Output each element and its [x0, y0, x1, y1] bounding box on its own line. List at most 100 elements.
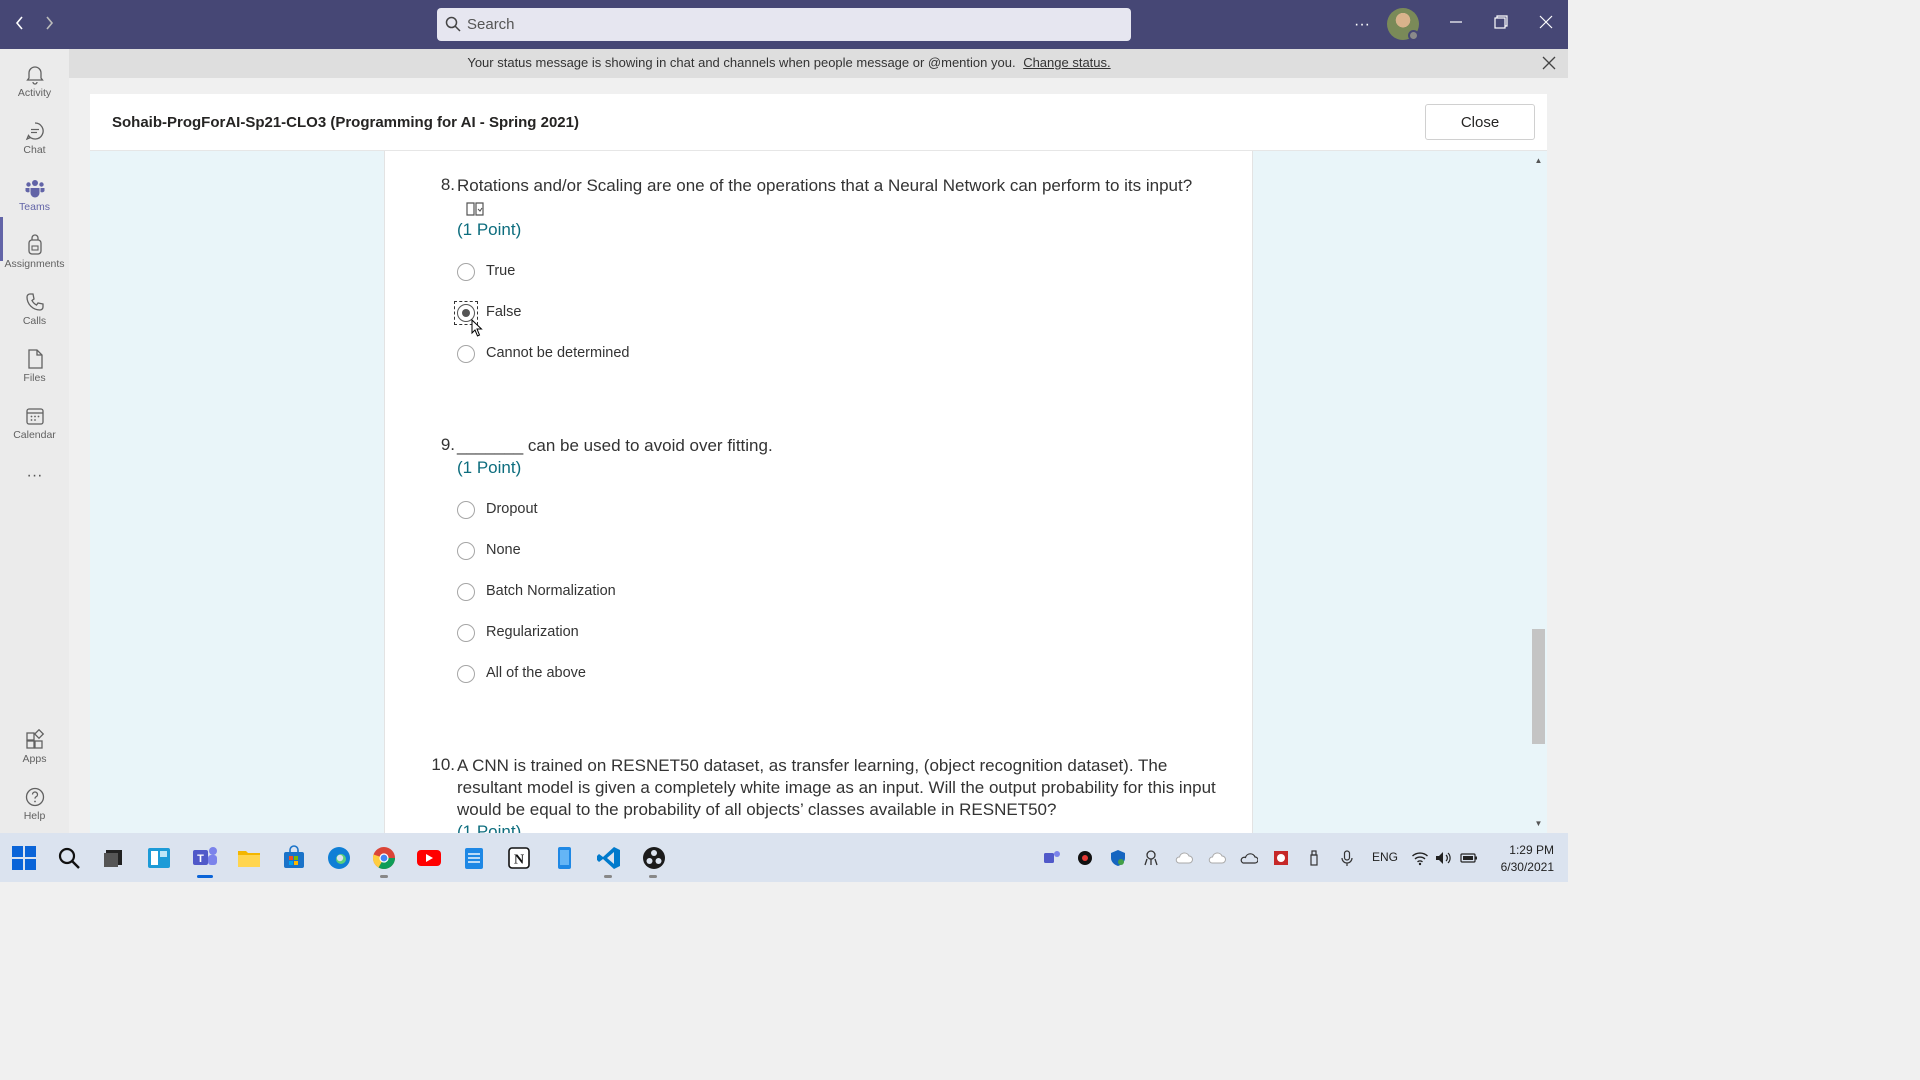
rail-label: Apps [22, 753, 47, 765]
task-view-icon[interactable] [101, 845, 127, 871]
rail-item-help[interactable]: Help [0, 780, 69, 834]
rail-label: Assignments [4, 258, 65, 270]
immersive-reader-icon[interactable] [465, 201, 485, 217]
battery-icon[interactable] [1460, 849, 1478, 867]
option-label: False [486, 304, 522, 320]
mouse-cursor-icon [471, 319, 483, 337]
file-explorer-icon[interactable] [236, 845, 262, 871]
question-points: (1 Point) [457, 458, 522, 477]
question-number: 9. [440, 435, 455, 454]
widgets-icon[interactable] [146, 845, 172, 871]
change-status-link[interactable]: Change status. [1023, 55, 1110, 70]
active-app-indicator [197, 875, 213, 878]
question-text: _______ can be used to avoid over fittin… [457, 436, 773, 455]
network-share-tray-icon[interactable] [1142, 849, 1160, 867]
close-icon[interactable] [1540, 54, 1558, 72]
forward-icon[interactable] [38, 12, 60, 36]
clock-time: 1:29 PM [1509, 843, 1554, 857]
radio-button[interactable] [457, 665, 475, 683]
rail-item-teams[interactable]: Teams [0, 171, 69, 225]
calendar-icon [25, 408, 44, 425]
teams-tray-icon[interactable] [1043, 849, 1061, 867]
app-tray-icon[interactable] [1076, 849, 1094, 867]
radio-button[interactable] [457, 624, 475, 642]
obs-icon[interactable] [641, 845, 667, 871]
question-text: Rotations and/or Scaling are one of the … [457, 176, 1193, 195]
search-input[interactable] [467, 8, 1107, 41]
volume-icon[interactable] [1434, 849, 1452, 867]
teams-icon [25, 180, 44, 198]
radio-button[interactable] [457, 263, 475, 281]
scroll-up-icon[interactable]: ▲ [1534, 156, 1543, 165]
radio-button[interactable] [457, 345, 475, 363]
dialog-title: Sohaib-ProgForAI-Sp21-CLO3 (Programming … [112, 114, 579, 131]
edge-icon[interactable] [326, 845, 352, 871]
youtube-icon[interactable] [416, 845, 442, 871]
rail-item-apps[interactable]: Apps [0, 723, 69, 777]
rail-label: Chat [23, 144, 46, 156]
close-button[interactable]: Close [1425, 104, 1535, 140]
restore-icon[interactable] [1486, 10, 1516, 40]
microphone-icon[interactable] [1338, 849, 1356, 867]
rail-item-files[interactable]: Files [0, 342, 69, 396]
question-points: (1 Point) [457, 822, 522, 833]
windows-start-icon[interactable] [11, 845, 37, 871]
option-label: None [486, 542, 521, 558]
rail-label: Activity [17, 87, 52, 99]
radio-button[interactable] [457, 501, 475, 519]
scrollbar-thumb[interactable] [1532, 629, 1545, 744]
rail-item-assignments[interactable]: Assignments [0, 228, 69, 282]
radio-button[interactable] [457, 583, 475, 601]
svg-text:N: N [514, 853, 524, 868]
phone-link-icon[interactable] [551, 845, 577, 871]
rail-item-calls[interactable]: Calls [0, 285, 69, 339]
wifi-icon[interactable] [1411, 849, 1429, 867]
rail-item-activity[interactable]: Activity [0, 57, 69, 111]
ellipsis-icon: ··· [26, 467, 43, 484]
language-indicator[interactable]: ENG [1372, 850, 1398, 864]
app-rail: Activity Chat Teams Assignments Calls Fi… [0, 49, 69, 833]
banner-text: Your status message is showing in chat a… [467, 55, 1016, 70]
notepad-icon[interactable] [461, 845, 487, 871]
store-icon[interactable] [281, 845, 307, 871]
chat-icon [25, 122, 44, 141]
search-icon[interactable] [56, 845, 82, 871]
search-box[interactable] [437, 8, 1131, 41]
minimize-icon[interactable] [1441, 10, 1471, 40]
running-app-indicator [649, 875, 657, 878]
clock-date: 6/30/2021 [1500, 860, 1554, 874]
recorder-tray-icon[interactable] [1272, 849, 1290, 867]
search-icon [445, 16, 461, 32]
usb-icon[interactable] [1305, 849, 1323, 867]
system-clock[interactable]: 1:29 PM 6/30/2021 [1488, 842, 1554, 876]
rail-label: Help [23, 810, 46, 822]
notion-icon[interactable]: N [506, 845, 532, 871]
back-icon[interactable] [9, 12, 31, 36]
scroll-down-icon[interactable]: ▼ [1534, 819, 1543, 828]
vscode-icon[interactable] [596, 845, 622, 871]
vertical-scrollbar[interactable]: ▲ ▼ [1530, 151, 1547, 833]
rail-item-calendar[interactable]: Calendar [0, 399, 69, 453]
apps-icon [25, 729, 44, 749]
more-apps-button[interactable]: ··· [0, 463, 69, 491]
status-message-banner: Your status message is showing in chat a… [69, 49, 1568, 78]
rail-label: Calls [22, 315, 47, 327]
cloud-upload-icon[interactable] [1175, 849, 1193, 867]
rail-item-chat[interactable]: Chat [0, 114, 69, 168]
radio-button[interactable] [457, 542, 475, 560]
question-text: A CNN is trained on RESNET50 dataset, as… [457, 756, 1216, 819]
status-badge [1408, 30, 1419, 41]
running-app-indicator [604, 875, 612, 878]
rail-label: Calendar [13, 429, 56, 441]
onedrive-icon[interactable] [1240, 849, 1259, 867]
teams-taskbar-icon[interactable]: T [191, 845, 217, 871]
close-icon[interactable] [1531, 10, 1561, 40]
question-points: (1 Point) [457, 220, 522, 239]
option-label: True [486, 263, 516, 279]
title-bar: ··· [0, 0, 1568, 49]
ellipsis-icon[interactable]: ··· [1347, 10, 1377, 40]
dialog-header: Sohaib-ProgForAI-Sp21-CLO3 (Programming … [90, 94, 1547, 151]
cloud-icon[interactable] [1208, 849, 1226, 867]
security-tray-icon[interactable] [1109, 849, 1127, 867]
chrome-icon[interactable] [371, 845, 397, 871]
